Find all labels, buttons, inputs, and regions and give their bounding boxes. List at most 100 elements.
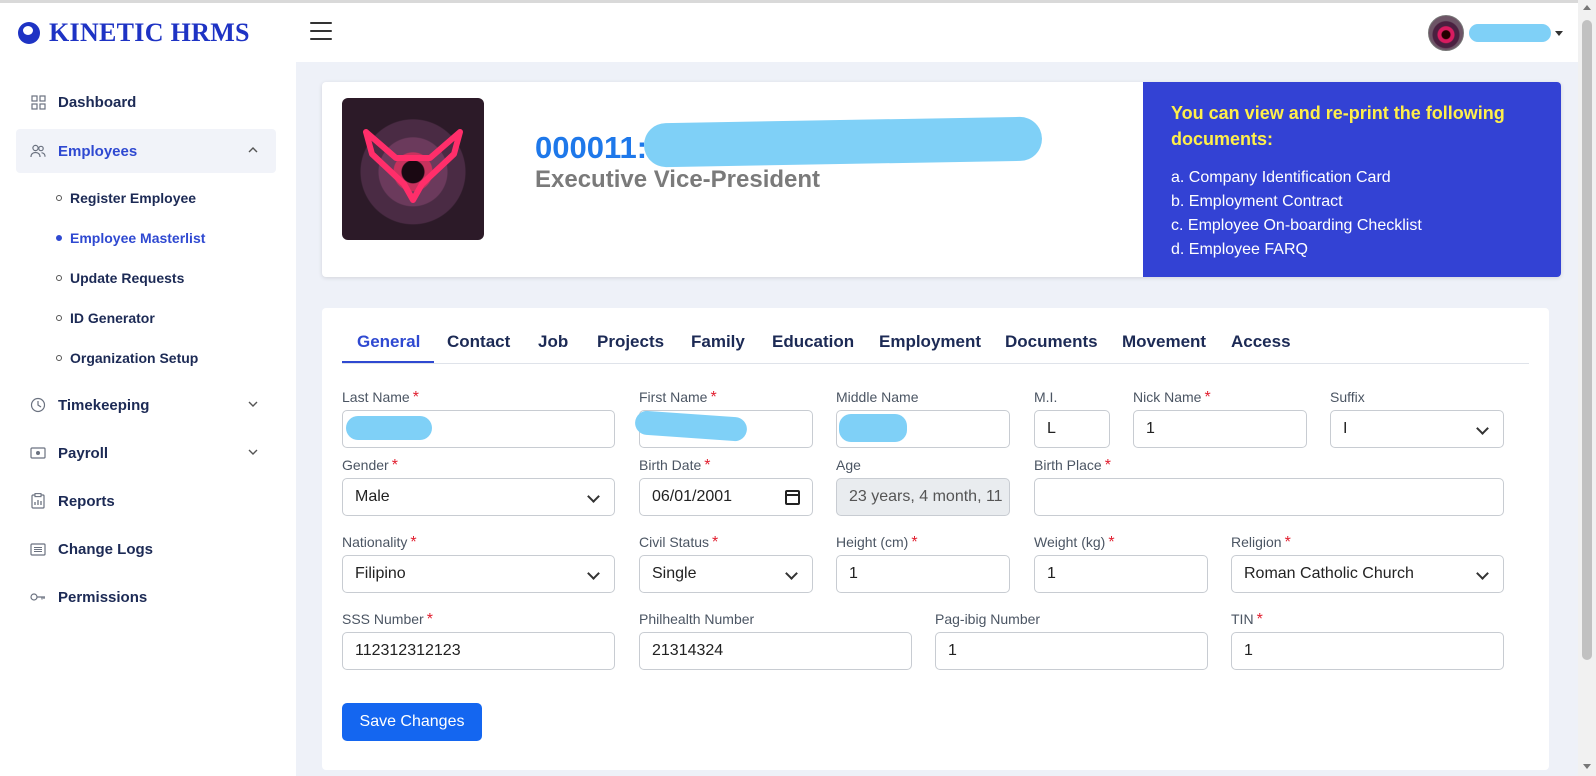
age-label: Age [836,457,861,473]
app-name: KINETIC HRMS [49,18,250,47]
tab-employment[interactable]: Employment [879,332,981,352]
birth-date-field[interactable]: 06/01/2001 [639,478,813,516]
tab-bar: General Contact Job Projects Family Educ… [342,324,1529,364]
document-item[interactable]: a. Company Identification Card [1171,166,1533,190]
sidebar-subitem-register-employee[interactable]: Register Employee [56,190,196,206]
employee-photo [342,98,484,240]
sidebar-item-label: Dashboard [58,93,137,111]
sidebar-item-label: Permissions [58,588,148,606]
nick-name-field[interactable]: 1 [1133,410,1307,448]
document-item[interactable]: c. Employee On-boarding Checklist [1171,214,1533,238]
page-scrollbar[interactable] [1578,0,1596,776]
calendar-icon[interactable] [785,490,800,505]
sidebar-item-timekeeping[interactable]: Timekeeping [16,383,276,427]
chevron-down-icon[interactable] [248,399,258,409]
documents-heading: You can view and re-print the following … [1171,103,1505,149]
tab-movement[interactable]: Movement [1122,332,1206,352]
weight-field[interactable]: 1 [1034,555,1208,593]
nationality-select[interactable]: Filipino [342,555,615,593]
sidebar-item-employees[interactable]: Employees [16,129,276,173]
tab-education[interactable]: Education [772,332,854,352]
mi-label: M.I. [1034,389,1058,405]
suffix-select[interactable]: I [1330,410,1504,448]
birth-date-label: Birth Date * [639,457,711,474]
pagibig-label: Pag-ibig Number [935,611,1041,627]
dashboard-icon [30,94,46,110]
philhealth-field[interactable]: 21314324 [639,632,912,670]
middle-name-label: Middle Name [836,389,919,405]
sidebar-subitem-label: Register Employee [70,190,197,206]
sidebar-subitem-label: Organization Setup [70,350,199,366]
bullet-icon [56,195,62,201]
religion-label: Religion * [1231,534,1291,551]
employee-title: Executive Vice-President [535,166,821,193]
scroll-thumb[interactable] [1582,20,1592,660]
sss-field[interactable]: 112312312123 [342,632,615,670]
logo-icon [18,22,40,44]
tin-field[interactable]: 1 [1231,632,1504,670]
save-changes-button[interactable]: Save Changes [342,703,482,741]
user-menu[interactable] [1428,15,1563,51]
pagibig-field[interactable]: 1 [935,632,1208,670]
sidebar-subitem-organization-setup[interactable]: Organization Setup [56,350,198,366]
active-tab-indicator [342,361,434,363]
sidebar-subitem-label: Employee Masterlist [70,230,206,246]
nationality-label: Nationality * [342,534,417,551]
gender-select[interactable]: Male [342,478,615,516]
menu-toggle-icon[interactable] [310,22,332,42]
employee-form-card: General Contact Job Projects Family Educ… [322,308,1549,770]
sidebar-item-reports[interactable]: Reports [16,479,276,523]
tab-access[interactable]: Access [1231,332,1291,352]
scroll-down-icon[interactable] [1583,764,1591,769]
employee-profile-card: 000011: Executive Vice-President You can… [322,82,1561,277]
height-field[interactable]: 1 [836,555,1010,593]
civil-status-select[interactable]: Single [639,555,813,593]
sidebar-item-label: Employees [58,142,138,160]
sidebar-subitem-id-generator[interactable]: ID Generator [56,310,155,326]
employee-name-redacted [643,116,1043,168]
cash-icon [30,445,46,461]
top-header: KINETIC HRMS [0,3,1578,62]
suffix-label: Suffix [1330,389,1365,405]
employee-id: 000011: [535,130,648,165]
bullet-icon [56,235,62,241]
middle-name-redacted [839,414,907,442]
sidebar-item-payroll[interactable]: Payroll [16,431,276,475]
sidebar-item-permissions[interactable]: Permissions [16,575,276,619]
height-label: Height (cm) * [836,534,918,551]
age-field: 23 years, 4 month, 11 [836,478,1010,516]
scroll-up-icon[interactable] [1583,5,1591,10]
religion-select[interactable]: Roman Catholic Church [1231,555,1504,593]
user-name-redacted [1469,24,1551,42]
sidebar-item-label: Change Logs [58,540,154,558]
app-logo[interactable]: KINETIC HRMS [18,18,250,48]
sidebar-item-label: Reports [58,492,115,510]
chevron-up-icon[interactable] [248,145,258,155]
sidebar-subitem-label: Update Requests [70,270,185,286]
bullet-icon [56,275,62,281]
sidebar-subitem-employee-masterlist[interactable]: Employee Masterlist [56,230,205,246]
photo-emblem-icon [363,129,463,203]
weight-label: Weight (kg) * [1034,534,1115,551]
birth-place-label: Birth Place * [1034,457,1111,474]
bullet-icon [56,355,62,361]
caret-down-icon[interactable] [1555,30,1563,36]
avatar[interactable] [1428,15,1464,51]
tab-general[interactable]: General [357,332,420,352]
last-name-label: Last Name * [342,389,419,406]
chevron-down-icon[interactable] [248,447,258,457]
last-name-redacted [346,416,432,440]
birth-place-field[interactable] [1034,478,1504,516]
nick-name-label: Nick Name * [1133,389,1211,406]
sidebar-item-change-logs[interactable]: Change Logs [16,527,276,571]
sidebar-item-dashboard[interactable]: Dashboard [16,80,276,124]
document-item[interactable]: d. Employee FARQ [1171,238,1533,262]
mi-field[interactable]: L [1034,410,1110,448]
tab-projects[interactable]: Projects [597,332,664,352]
tab-family[interactable]: Family [691,332,745,352]
document-item[interactable]: b. Employment Contract [1171,190,1533,214]
sidebar-subitem-update-requests[interactable]: Update Requests [56,270,184,286]
tab-contact[interactable]: Contact [447,332,510,352]
tab-job[interactable]: Job [538,332,568,352]
tab-documents[interactable]: Documents [1005,332,1098,352]
